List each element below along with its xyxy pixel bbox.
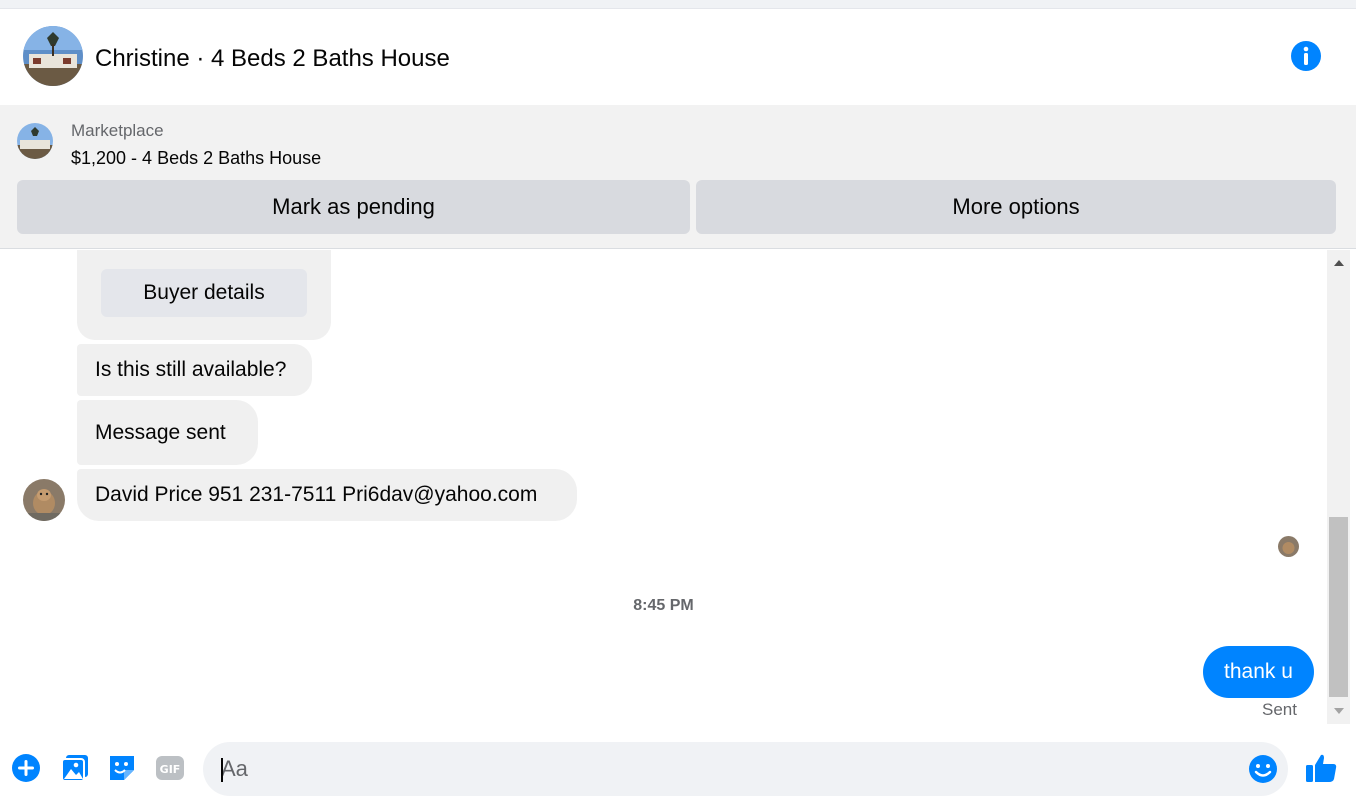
message-input[interactable] [221, 742, 1241, 796]
thumbs-up-icon[interactable] [1305, 752, 1337, 784]
mark-as-pending-button[interactable]: Mark as pending [17, 180, 690, 234]
message-input-container[interactable] [203, 742, 1288, 796]
info-icon[interactable] [1290, 40, 1322, 72]
text-caret [221, 758, 223, 782]
listing-title[interactable]: $1,200 - 4 Beds 2 Baths House [71, 148, 321, 169]
scrollbar-thumb[interactable] [1329, 517, 1348, 697]
emoji-icon[interactable] [1247, 753, 1279, 785]
outgoing-message: thank u [1203, 646, 1314, 698]
marketplace-banner: Marketplace $1,200 - 4 Beds 2 Baths Hous… [0, 105, 1356, 249]
incoming-message: Message sent [77, 400, 258, 465]
more-options-button[interactable]: More options [696, 180, 1336, 234]
sticker-icon[interactable] [106, 752, 138, 784]
buyer-details-button[interactable]: Buyer details [101, 269, 307, 317]
sender-avatar[interactable] [23, 479, 65, 521]
thread-scrollbar[interactable] [1327, 250, 1350, 724]
listing-thumbnail[interactable] [17, 123, 53, 159]
conversation-header: Christine · 4 Beds 2 Baths House [0, 9, 1356, 105]
incoming-message: Is this still available? [77, 344, 312, 396]
scroll-up-arrow-icon[interactable] [1327, 252, 1350, 274]
incoming-message: David Price 951 231-7511 Pri6dav@yahoo.c… [77, 469, 577, 521]
message-composer: GIF [0, 728, 1356, 810]
buyer-details-card: Buyer details [77, 250, 331, 340]
message-timestamp: 8:45 PM [633, 597, 694, 614]
window-top-strip [0, 0, 1356, 9]
svg-text:GIF: GIF [160, 763, 181, 776]
add-icon[interactable] [10, 752, 42, 784]
banner-source-label: Marketplace [71, 121, 164, 140]
scroll-down-arrow-icon[interactable] [1327, 700, 1350, 722]
photo-icon[interactable] [59, 752, 91, 784]
message-thread[interactable]: Buyer details Is this still available? M… [0, 250, 1327, 724]
read-receipt-avatar [1278, 536, 1299, 557]
conversation-title: Christine · 4 Beds 2 Baths House [95, 45, 450, 72]
gif-icon[interactable]: GIF [154, 752, 186, 784]
message-status: Sent [1262, 700, 1297, 719]
house-photo-avatar[interactable] [23, 26, 83, 86]
